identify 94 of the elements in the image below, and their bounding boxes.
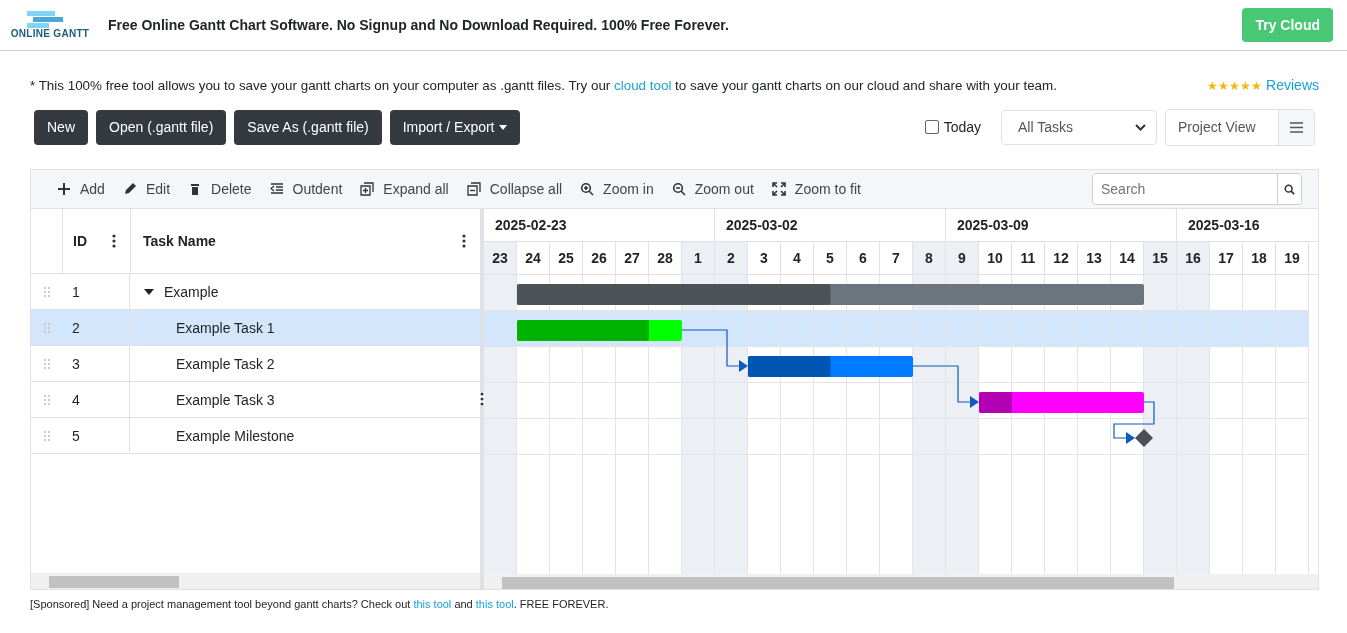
summary-bar[interactable] [517,284,1144,305]
day-cell: 15 [1144,242,1177,274]
toolbar-button[interactable]: Edit [122,181,171,197]
tagline: Free Online Gantt Chart Software. No Signup and No Download Required. 100% Free Forever. [108,17,730,33]
task-bar[interactable] [979,392,1144,413]
sponsored-text: [Sponsored] Need a project management tool beyond gantt charts? Check out this tool and this tool. FREE FOREVER. [30,598,610,610]
today-label: Today [943,119,981,135]
column-menu-icon[interactable] [112,234,116,248]
collapse-icon [466,182,481,196]
day-cell: 11 [1012,242,1045,274]
star-icon: ★ [1240,79,1252,93]
file-button[interactable]: New [34,109,88,145]
day-cell: 26 [583,242,616,274]
star-icon: ★ [1251,79,1263,93]
task-bar[interactable] [517,320,682,341]
task-id: 5 [72,427,80,444]
column-menu-icon[interactable] [462,234,466,248]
task-row[interactable]: 2 Example Task 1 [31,310,480,346]
column-header: Task Name [143,233,216,249]
day-cell: 1 [682,242,715,274]
week-label: 2025-03-02 [726,217,798,233]
file-button[interactable]: Save As (.gantt file) [234,109,382,145]
day-cell: 16 [1177,242,1210,274]
toolbar-button[interactable]: Expand all [360,181,449,197]
task-name: Example Task 3 [176,391,275,408]
day-cell: 18 [1243,242,1276,274]
task-row[interactable]: 4 Example Task 3 [31,382,480,418]
star-icon: ★ [1218,79,1230,93]
drag-handle-icon[interactable] [43,322,50,333]
milestone-diamond[interactable] [1135,429,1153,447]
week-label: 2025-03-09 [957,217,1029,233]
toolbar-button[interactable]: Collapse all [466,181,563,197]
day-cell: 4 [781,242,814,274]
star-icon: ★ [1207,79,1219,93]
today-checkbox[interactable] [924,120,939,134]
zoom-out-icon [671,182,686,196]
column-header: ID [73,233,87,249]
plus-icon [57,182,71,196]
file-button[interactable]: Import / Export [389,109,520,145]
toolbar-button[interactable]: Zoom out [671,181,754,197]
day-cell: 6 [847,242,880,274]
task-bar[interactable] [748,356,913,377]
task-id: 3 [72,355,80,372]
day-cell: 5 [814,242,847,274]
drag-handle-icon[interactable] [43,286,50,297]
toolbar-button[interactable]: Add [57,181,105,197]
expand-icon [360,182,375,196]
file-button[interactable]: Open (.gantt file) [96,109,227,145]
day-cell: 25 [550,242,583,274]
outdent-icon [269,182,284,196]
caret-icon[interactable] [144,286,154,297]
zoom-in-icon [580,182,595,196]
drag-handle-icon[interactable] [43,394,50,405]
pencil-icon [122,182,137,196]
day-cell: 9 [946,242,979,274]
day-cell: 17 [1210,242,1243,274]
stripes-logo-icon [27,11,63,28]
drag-handle-icon[interactable] [43,430,50,441]
day-cell: 23 [484,242,517,274]
task-row[interactable]: 5 Example Milestone [31,418,480,454]
toolbar-button[interactable]: Zoom in [580,181,654,197]
day-cell: 2 [715,242,748,274]
task-id: 2 [72,319,80,336]
horizontal-scrollbar[interactable] [484,574,1318,589]
day-cell: 13 [1078,242,1111,274]
star-icon: ★ [1229,79,1241,93]
day-cell: 8 [913,242,946,274]
day-cell: 24 [517,242,550,274]
toolbar-button[interactable]: Outdent [269,181,343,197]
task-id: 1 [72,283,80,300]
day-cell: 10 [979,242,1012,274]
fit-icon [771,182,786,196]
toolbar-button[interactable]: Delete [188,181,252,197]
caret-icon [498,124,507,130]
day-cell: 3 [748,242,781,274]
task-name: Example [164,283,219,300]
splitter-handle-icon[interactable] [480,392,484,406]
week-label: 2025-02-23 [495,217,567,233]
day-cell: 12 [1045,242,1078,274]
task-row[interactable]: 3 Example Task 2 [31,346,480,382]
task-name: Example Milestone [176,427,295,444]
task-name: Example Task 1 [176,319,275,336]
week-label: 2025-03-16 [1188,217,1260,233]
task-name: Example Task 2 [176,355,275,372]
logo-text: ONLINE GANTT [10,28,90,39]
horizontal-scrollbar[interactable] [31,573,480,589]
notice-text: * This 100% free tool allows you to save your gantt charts on your computer as .gantt files. Try our cloud tool to save your gantt charts on our cloud and share with your team. [30,77,1058,93]
task-filter-select[interactable]: All Tasks [1001,109,1157,145]
day-cell: 19 [1276,242,1309,274]
toolbar-button[interactable]: Zoom to fit [771,181,861,197]
day-cell: 27 [616,242,649,274]
chevron-down-icon [1135,123,1146,131]
task-id: 4 [72,391,80,408]
drag-handle-icon[interactable] [43,358,50,369]
